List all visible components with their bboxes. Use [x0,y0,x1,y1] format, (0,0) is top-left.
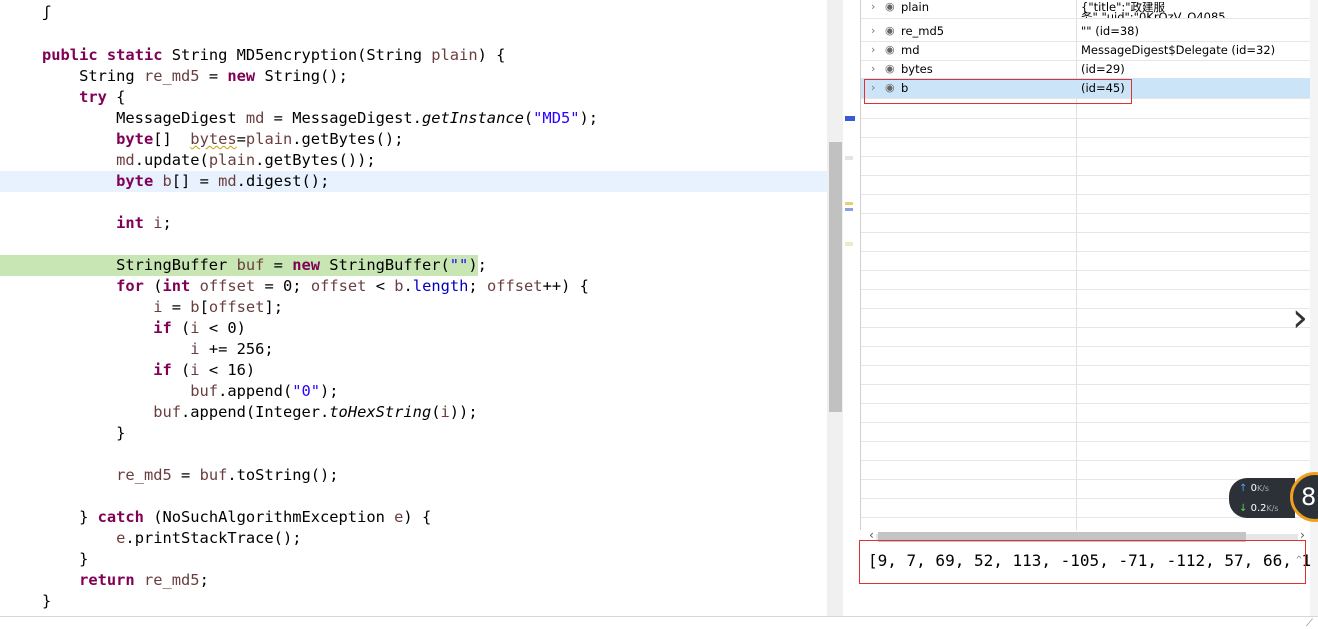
empty-row [861,250,1311,271]
download-speed: ↓ 0.2K/s [1239,503,1279,514]
editor-scrollbar-thumb[interactable] [829,142,842,412]
occurrence-marker[interactable] [845,208,853,211]
code-line: int i; [116,214,172,232]
variable-row[interactable]: › ◉ re_md5 "" (id=38) [861,21,1311,42]
occurrence-marker[interactable] [845,242,853,246]
code-line: byte[] bytes=plain.getBytes(); [116,130,404,148]
upload-speed: ↑ 0K/s [1239,483,1270,494]
code-line: if (i < 0) [153,319,246,337]
chevron-right-icon[interactable]: › [871,40,875,60]
empty-row [861,136,1311,157]
code-line: try { [79,88,126,106]
resize-grip-icon[interactable]: ⟋ [1306,618,1313,629]
upload-arrow-icon: ↑ [1239,483,1248,494]
field-dot-icon: ◉ [885,24,895,37]
empty-row [861,193,1311,214]
code-line: } [42,550,89,568]
code-line: for (int offset = 0; offset < b.length; … [116,277,589,295]
empty-row [861,307,1311,328]
code-line: i += 256; [190,340,274,358]
empty-row [861,117,1311,138]
code-line-current: byte b[] = md.digest(); [0,171,827,192]
code-line: buf.append("0"); [190,382,339,400]
variable-row[interactable]: › ◉ md MessageDigest$Delegate (id=32) [861,40,1311,61]
code-editor[interactable]: ʃ public static String MD5encryption(Str… [0,0,827,616]
variable-row[interactable]: › ◉ bytes (id=29) [861,59,1311,80]
code-line: buf.append(Integer.toHexString(i)); [153,403,478,421]
code-line-breakpoint: StringBuffer buf = new StringBuffer(""); [0,255,487,276]
empty-row [861,421,1311,442]
highlight-box-variable-b [864,79,1132,104]
empty-row [861,155,1311,176]
empty-row [861,459,1311,480]
empty-row [861,383,1311,404]
code-line: } [42,424,126,442]
code-line: if (i < 16) [153,361,256,379]
network-speed-widget[interactable]: ↑ 0K/s ↓ 0.2K/s [1229,478,1295,518]
field-dot-icon: ◉ [885,62,895,75]
variables-vertical-scrollbar[interactable] [1310,0,1318,616]
empty-row [861,288,1311,309]
editor-vertical-scrollbar[interactable] [827,0,843,616]
overview-ruler[interactable] [843,0,859,616]
code-line: md.update(plain.getBytes()); [116,151,376,169]
code-line: re_md5 = buf.toString(); [116,466,339,484]
empty-row [861,174,1311,195]
code-line: i = b[offset]; [153,298,284,316]
empty-row [861,231,1311,252]
divider [0,616,1318,617]
warning-marker[interactable] [845,202,853,205]
code-line: return re_md5; [79,571,209,589]
method-name: MD5encryption [236,46,358,64]
occurrence-marker[interactable] [845,116,855,121]
field-dot-icon: ◉ [885,43,895,56]
empty-row [861,212,1311,233]
empty-row [861,345,1311,366]
chevron-right-icon[interactable]: › [871,2,875,12]
code-line: String re_md5 = new String(); [42,67,348,85]
download-arrow-icon: ↓ [1239,503,1248,514]
code-line-method-signature: public static String MD5encryption(Strin… [42,46,506,64]
highlight-box-detail [859,540,1306,584]
empty-row [861,402,1311,423]
next-chevron-icon[interactable]: › [1292,295,1308,341]
empty-row [861,364,1311,385]
empty-row [861,269,1311,290]
code-line: } catch (NoSuchAlgorithmException e) { [42,508,432,526]
code-line: } [42,592,52,610]
code-line: ʃ [42,3,52,21]
field-dot-icon: ◉ [885,2,895,13]
code-line: MessageDigest md = MessageDigest.getInst… [42,109,599,127]
empty-row [861,440,1311,461]
occurrence-marker[interactable] [845,156,853,160]
chevron-right-icon[interactable]: › [871,21,875,41]
variable-row[interactable]: › ◉ plain {"title":"政建服务","uid":"0KrOzV_… [861,2,1311,19]
code-line: e.printStackTrace(); [116,529,302,547]
empty-row [861,326,1311,347]
chevron-right-icon[interactable]: › [871,59,875,79]
